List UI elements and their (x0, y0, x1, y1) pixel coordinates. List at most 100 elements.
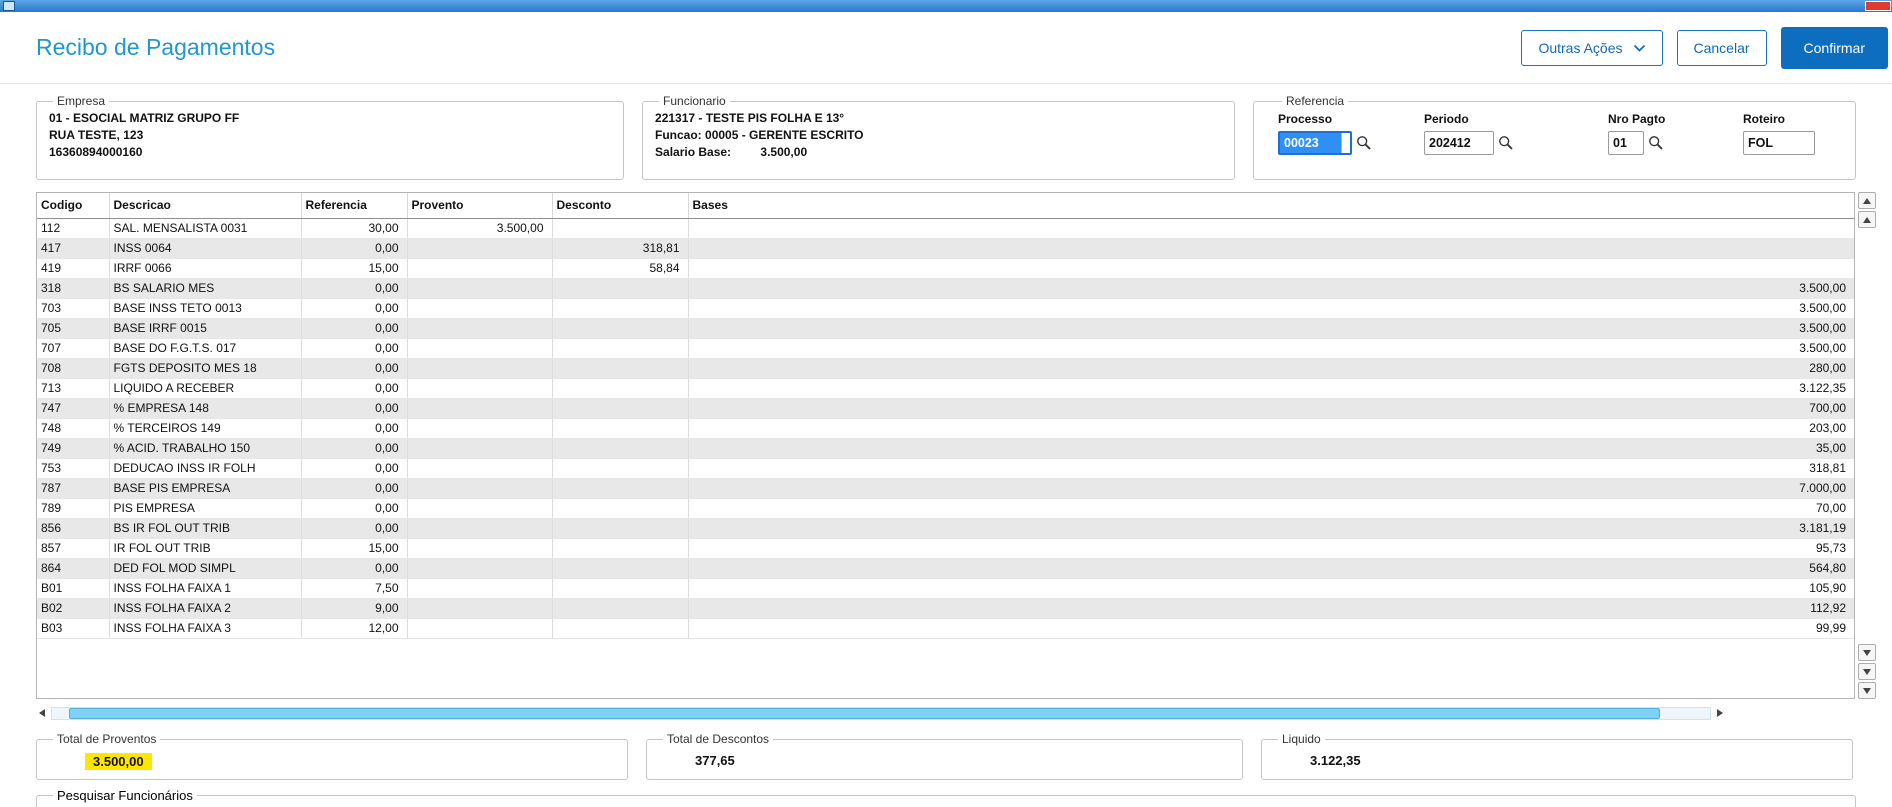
processo-search-icon[interactable] (1356, 135, 1372, 151)
cell-bases: 70,00 (688, 498, 1854, 519)
cell-bases (688, 238, 1854, 259)
cell-desconto: 58,84 (552, 258, 689, 279)
cell-descricao: BASE DO F.G.T.S. 017 (109, 338, 302, 359)
total-proventos-legend: Total de Proventos (57, 732, 157, 746)
nro-pagto-field: Nro Pagto (1608, 112, 1743, 155)
outras-acoes-button[interactable]: Outras Ações (1521, 29, 1663, 66)
cell-descricao: DED FOL MOD SIMPL (109, 558, 302, 579)
table-row[interactable]: 419 IRRF 0066 15,00 58,84 (37, 258, 1854, 279)
table-row[interactable]: 112 SAL. MENSALISTA 0031 30,00 3.500,00 (37, 218, 1854, 239)
cell-descricao: INSS FOLHA FAIXA 3 (109, 618, 302, 639)
horizontal-scrollbar[interactable] (36, 706, 1726, 720)
scroll-right-button[interactable] (1714, 707, 1726, 720)
table-row[interactable]: 707 BASE DO F.G.T.S. 017 0,00 3.500,00 (37, 338, 1854, 359)
table-row[interactable]: B03 INSS FOLHA FAIXA 3 12,00 99,99 (37, 618, 1854, 639)
cell-codigo: 748 (37, 418, 110, 439)
processo-field: Processo (1278, 112, 1424, 155)
column-header-codigo: Codigo (37, 193, 110, 219)
cell-codigo: 857 (37, 538, 110, 559)
table-row[interactable]: B02 INSS FOLHA FAIXA 2 9,00 112,92 (37, 598, 1854, 619)
cell-provento (407, 438, 553, 459)
periodo-input[interactable] (1424, 131, 1494, 155)
cell-desconto (552, 378, 689, 399)
table-row[interactable]: 856 BS IR FOL OUT TRIB 0,00 3.181,19 (37, 518, 1854, 539)
referencia-panel: Referencia Processo Periodo (1253, 94, 1856, 180)
horizontal-scroll-thumb[interactable] (68, 707, 1661, 719)
cell-bases: 564,80 (688, 558, 1854, 579)
table-row[interactable]: 703 BASE INSS TETO 0013 0,00 3.500,00 (37, 298, 1854, 319)
window-title-bar (0, 0, 1892, 12)
payroll-grid: Codigo Descricao Referencia Provento Des… (36, 192, 1855, 699)
cell-referencia: 30,00 (301, 218, 408, 239)
cell-provento (407, 398, 553, 419)
nro-pagto-input[interactable] (1608, 131, 1644, 155)
table-row[interactable]: B01 INSS FOLHA FAIXA 1 7,50 105,90 (37, 578, 1854, 599)
cell-bases: 95,73 (688, 538, 1854, 559)
vertical-scrollbar[interactable] (1858, 192, 1876, 699)
table-row[interactable]: 708 FGTS DEPOSITO MES 18 0,00 280,00 (37, 358, 1854, 379)
cell-referencia: 0,00 (301, 438, 408, 459)
scroll-up-button[interactable] (1858, 211, 1876, 228)
table-row[interactable]: 749% ACID. TRABALHO 150 0,00 35,00 (37, 438, 1854, 459)
processo-input[interactable] (1278, 131, 1352, 155)
scroll-left-button[interactable] (36, 707, 48, 720)
table-row[interactable]: 705 BASE IRRF 0015 0,00 3.500,00 (37, 318, 1854, 339)
horizontal-scroll-track[interactable] (51, 706, 1711, 720)
cell-desconto (552, 338, 689, 359)
cell-bases: 35,00 (688, 438, 1854, 459)
cell-descricao: % TERCEIROS 149 (109, 418, 302, 439)
window-close-button[interactable] (1865, 1, 1891, 11)
cell-descricao: BS IR FOL OUT TRIB (109, 518, 302, 539)
table-row[interactable]: 318 BS SALARIO MES 0,00 3.500,00 (37, 278, 1854, 299)
periodo-search-icon[interactable] (1498, 135, 1514, 151)
cell-codigo: 708 (37, 358, 110, 379)
cell-bases (688, 258, 1854, 279)
cell-descricao: IRRF 0066 (109, 258, 302, 279)
table-row[interactable]: 787 BASE PIS EMPRESA 0,00 7.000,00 (37, 478, 1854, 499)
cell-provento (407, 578, 553, 599)
cancelar-button[interactable]: Cancelar (1676, 29, 1767, 66)
scroll-top-button[interactable] (1858, 192, 1876, 209)
liquido-legend: Liquido (1282, 732, 1321, 746)
cell-bases: 3.181,19 (688, 518, 1854, 539)
cell-referencia: 0,00 (301, 238, 408, 259)
cell-desconto (552, 478, 689, 499)
funcionario-nome: 221317 - TESTE PIS FOLHA E 13° (655, 111, 845, 125)
table-row[interactable]: 857 IR FOL OUT TRIB 15,00 95,73 (37, 538, 1854, 559)
table-row[interactable]: 713 LIQUIDO A RECEBER 0,00 3.122,35 (37, 378, 1854, 399)
vertical-scroll-track[interactable] (1858, 230, 1876, 642)
scroll-bottom-button[interactable] (1858, 682, 1876, 699)
cell-bases: 3.500,00 (688, 298, 1854, 319)
cell-bases: 3.122,35 (688, 378, 1854, 399)
confirmar-button[interactable]: Confirmar (1780, 26, 1888, 69)
funcionario-panel: Funcionario 221317 - TESTE PIS FOLHA E 1… (642, 94, 1235, 180)
table-row[interactable]: 417 INSS 0064 0,00 318,81 (37, 238, 1854, 259)
cell-desconto (552, 498, 689, 519)
scroll-page-down-button[interactable] (1858, 663, 1876, 680)
cell-desconto (552, 218, 689, 239)
cell-desconto: 318,81 (552, 238, 689, 259)
cell-desconto (552, 298, 689, 319)
scroll-down-button[interactable] (1858, 644, 1876, 661)
window-icon (3, 1, 15, 11)
table-row[interactable]: 789 PIS EMPRESA 0,00 70,00 (37, 498, 1854, 519)
cell-codigo: 864 (37, 558, 110, 579)
cell-codigo: 707 (37, 338, 110, 359)
table-row[interactable]: 747% EMPRESA 148 0,00 700,00 (37, 398, 1854, 419)
empresa-nome: 01 - ESOCIAL MATRIZ GRUPO FF (49, 111, 240, 125)
cell-referencia: 0,00 (301, 558, 408, 579)
cell-desconto (552, 578, 689, 599)
nro-pagto-search-icon[interactable] (1648, 135, 1664, 151)
cell-desconto (552, 398, 689, 419)
cell-desconto (552, 538, 689, 559)
page-title: Recibo de Pagamentos (36, 34, 276, 60)
cell-codigo: 749 (37, 438, 110, 459)
funcionario-legend: Funcionario (663, 94, 726, 108)
cell-descricao: BASE INSS TETO 0013 (109, 298, 302, 319)
roteiro-input[interactable] (1743, 131, 1815, 155)
cell-desconto (552, 438, 689, 459)
table-row[interactable]: 753 DEDUCAO INSS IR FOLH 0,00 318,81 (37, 458, 1854, 479)
table-row[interactable]: 864 DED FOL MOD SIMPL 0,00 564,80 (37, 558, 1854, 579)
empresa-legend: Empresa (57, 94, 106, 108)
table-row[interactable]: 748% TERCEIROS 149 0,00 203,00 (37, 418, 1854, 439)
